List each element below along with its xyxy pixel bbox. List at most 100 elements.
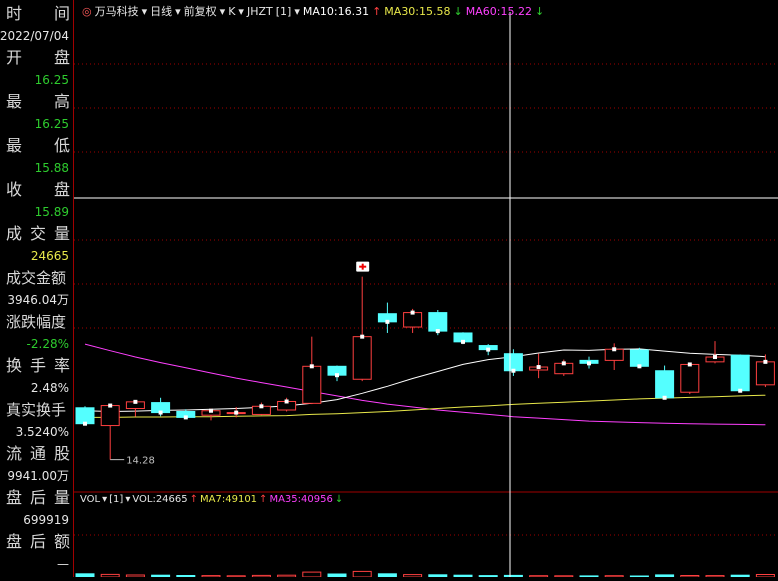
close-marker xyxy=(763,359,768,364)
candle-body xyxy=(503,353,523,372)
info-value: 16.25 xyxy=(34,73,69,87)
ma10-label: MA10:16.31 xyxy=(302,5,370,18)
info-label: 成交金额 xyxy=(6,269,67,287)
candle-body xyxy=(655,370,675,399)
info-value: 15.88 xyxy=(34,161,69,175)
candle-body xyxy=(100,405,120,427)
volume-bar xyxy=(302,571,322,578)
info-label: 开盘 xyxy=(6,48,70,67)
chevron-down-icon[interactable]: ▾ xyxy=(238,5,244,18)
close-marker xyxy=(284,399,289,404)
arrow-up-icon: ↑ xyxy=(259,494,268,505)
chevron-down-icon[interactable]: ▾ xyxy=(220,5,226,18)
stock-name[interactable]: 万马科技 xyxy=(95,5,139,18)
period-select[interactable]: 日线 xyxy=(150,5,172,18)
info-label: 最高 xyxy=(6,92,70,111)
low-price-label: 14.28 xyxy=(126,456,155,467)
indicator-name[interactable]: JHZT xyxy=(247,5,273,18)
close-marker xyxy=(461,339,465,344)
close-marker xyxy=(738,388,743,393)
volume-indicator-name[interactable]: VOL xyxy=(80,494,100,505)
chart-type-select[interactable]: K xyxy=(228,5,235,18)
info-label: 涨跌幅度 xyxy=(6,313,67,331)
info-value: -2.28% xyxy=(26,337,69,351)
info-label: 收盘 xyxy=(6,180,70,199)
stock-logo-icon: ◎ xyxy=(82,5,92,18)
close-marker xyxy=(662,395,667,400)
chevron-down-icon[interactable]: ▾ xyxy=(294,5,300,18)
volume-header: VOL ▾ [1] ▾ VOL:24665 ↑ MA7:49101 ↑ MA35:40956 ↓ xyxy=(80,494,345,505)
adjust-select[interactable]: 前复权 xyxy=(184,5,217,18)
candle-body xyxy=(680,363,700,393)
close-marker xyxy=(183,415,188,420)
close-marker xyxy=(561,361,566,366)
close-marker xyxy=(587,361,591,366)
chevron-down-icon[interactable]: ▾ xyxy=(142,5,148,18)
close-marker xyxy=(435,329,440,334)
info-value: 24665 xyxy=(30,249,69,263)
info-label: 流通股 xyxy=(6,444,70,463)
info-label: 时间 xyxy=(6,4,70,23)
candle-body xyxy=(755,361,775,386)
close-marker xyxy=(713,355,717,360)
close-marker xyxy=(536,365,541,370)
close-marker xyxy=(209,408,213,413)
close-marker xyxy=(158,410,163,415)
info-label: 盘后额 xyxy=(6,532,70,551)
vol-label: VOL:24665 xyxy=(132,494,188,505)
chevron-down-icon[interactable]: ▾ xyxy=(175,5,181,18)
info-panel: 时间 2022/07/04 开盘 16.25 最高 16.25 最低 15.88 收盘 15.89… xyxy=(0,0,74,577)
volume-bar xyxy=(352,570,372,578)
candle-body xyxy=(352,336,372,380)
indicator-param[interactable]: [1] xyxy=(276,5,292,18)
info-label: 换手率 xyxy=(6,356,70,375)
volume-param[interactable]: [1] xyxy=(109,494,123,505)
candle-body xyxy=(403,312,423,328)
arrow-down-icon: ↓ xyxy=(453,5,463,18)
close-marker xyxy=(259,404,264,409)
candle-body xyxy=(75,407,95,425)
close-marker xyxy=(410,310,415,315)
chevron-down-icon[interactable]: ▾ xyxy=(102,494,107,505)
close-marker xyxy=(108,403,113,408)
chart-area[interactable]: 14.28 ◎ 万马科技 ▾ 日线 ▾ 前复权 ▾ K ▾ JHZT [1] ▾ MA10:16.31 ↑… xyxy=(74,0,778,578)
info-label: 成交量 xyxy=(6,224,70,243)
close-marker xyxy=(612,347,617,352)
main-chart-header: ◎ 万马科技 ▾ 日线 ▾ 前复权 ▾ K ▾ JHZT [1] ▾ MA10:16.31 ↑ MA30:1… xyxy=(82,3,547,19)
info-value: 2022/07/04 xyxy=(0,29,69,43)
close-marker xyxy=(133,399,138,404)
close-marker xyxy=(637,364,642,369)
kline-svg[interactable]: 14.28 xyxy=(74,0,778,578)
close-marker xyxy=(511,368,516,373)
arrow-up-icon: ↑ xyxy=(372,5,382,18)
close-marker xyxy=(486,347,491,352)
info-label: 真实换手 xyxy=(6,401,67,419)
close-marker xyxy=(335,373,339,378)
ma60-label: MA60:15.22 xyxy=(465,5,532,18)
info-label: 盘后量 xyxy=(6,488,70,507)
close-marker xyxy=(234,410,239,415)
info-value: 699919 xyxy=(23,513,69,527)
info-value: 9941.00万 xyxy=(7,469,69,483)
ma30-label: MA30:15.58 xyxy=(384,5,451,18)
close-marker xyxy=(309,364,314,369)
info-value: 3946.04万 xyxy=(7,293,69,307)
close-marker xyxy=(687,362,692,367)
info-value: 3.5240% xyxy=(15,425,69,439)
candle-body xyxy=(302,365,322,404)
vol-ma35-label: MA35:40956 xyxy=(269,494,333,505)
chevron-down-icon[interactable]: ▾ xyxy=(125,494,130,505)
candle-body xyxy=(629,349,649,367)
info-label: 最低 xyxy=(6,136,70,155)
close-marker xyxy=(385,319,390,324)
info-value: 16.25 xyxy=(34,117,69,131)
arrow-down-icon: ↓ xyxy=(334,494,344,505)
arrow-up-icon: ↑ xyxy=(189,494,199,505)
candle-body xyxy=(428,312,448,332)
info-value: — xyxy=(57,557,69,571)
vol-ma7-label: MA7:49101 xyxy=(200,494,258,505)
candle-body xyxy=(730,354,750,392)
info-value: 15.89 xyxy=(34,205,69,219)
info-value: 2.48% xyxy=(30,381,69,395)
close-marker xyxy=(360,334,365,339)
